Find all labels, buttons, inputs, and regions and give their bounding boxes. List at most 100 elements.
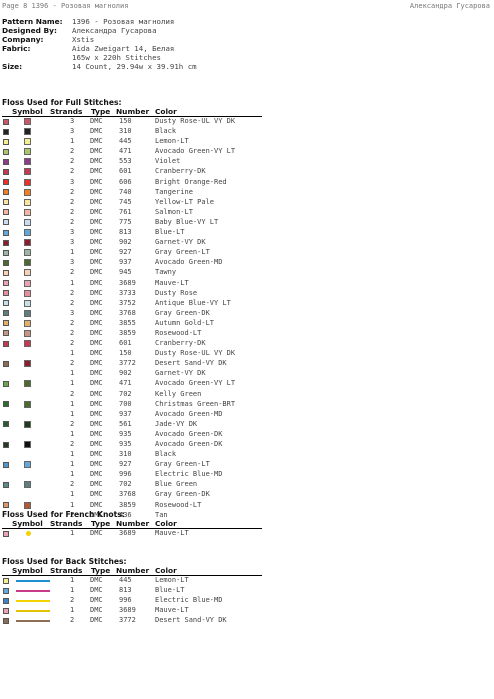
type-cell: DMC [90,268,103,277]
color-name-cell: Avocado Green-VY LT [155,147,236,156]
number-cell: 3768 [119,490,136,499]
color-swatch [3,617,9,624]
number-cell: 3689 [119,529,136,537]
backstitch-row: 1 DMC 3689 Mauve-LT [2,606,262,616]
floss-row: 2 DMC 702 Blue Green [2,480,262,490]
number-cell: 937 [119,258,132,267]
info-value: 165w x 220h Stitches [72,53,161,62]
strands-cell: 1 [70,450,75,459]
color-name-cell: Antique Blue-VY LT [155,298,231,307]
color-swatch [3,481,9,488]
col-strands: Strands [50,519,83,528]
strands-cell: 1 [70,500,75,509]
number-cell: 927 [119,248,132,257]
type-cell: DMC [90,529,103,537]
type-cell: DMC [90,217,103,226]
color-swatch [3,502,9,509]
color-name-cell: Mauve-LT [155,529,189,537]
knots-table-header: Symbol Strands Type Number Color [2,519,262,529]
col-type: Type [91,519,111,528]
type-cell: DMC [90,137,103,146]
info-value: 1396 - Розовая магнолия [72,17,175,26]
strands-cell: 2 [70,328,75,337]
color-swatch [3,461,9,468]
color-name-cell: Tangerine [155,187,193,196]
stitch-symbol-icon [24,400,31,408]
number-cell: 3772 [119,616,136,625]
floss-row: 1 DMC 3689 Mauve-LT [2,279,262,289]
color-swatch [3,209,9,216]
color-name-cell: Blue Green [155,480,198,489]
color-swatch [3,530,9,537]
strands-cell: 1 [70,529,75,537]
floss-row: 1 DMC 310 Black [2,450,262,460]
color-swatch [3,310,9,317]
floss-row: 2 DMC 740 Tangerine [2,188,262,198]
floss-row: 1 DMC 902 Garnet-VY DK [2,369,262,379]
floss-row: 2 DMC 935 Avocado Green-DK [2,440,262,450]
floss-row: 2 DMC 761 Salmon-LT [2,208,262,218]
number-cell: 150 [119,117,132,125]
color-swatch [3,118,9,125]
number-cell: 702 [119,389,132,398]
color-swatch [3,179,9,186]
type-cell: DMC [90,238,103,247]
info-key: Fabric: [2,44,31,53]
color-name-cell: Blue-LT [155,586,185,595]
stitch-symbol-icon [24,279,31,287]
number-cell: 740 [119,187,132,196]
col-symbol: Symbol [12,519,43,528]
color-name-cell: Christmas Green-BRT [155,399,236,408]
floss-row: 1 DMC 927 Gray Green-LT [2,248,262,258]
color-name-cell: Dusty Rose-UL VY DK [155,117,236,125]
stitch-symbol-icon [24,289,31,297]
color-swatch [3,249,9,256]
strands-cell: 2 [70,298,75,307]
strands-cell: 1 [70,429,75,438]
info-row: Company: Xstis [2,35,197,44]
number-cell: 945 [119,268,132,277]
color-swatch [3,607,9,614]
section-title-back-stitches: Floss Used for Back Stitches: [2,557,127,566]
info-row: Size: 14 Count, 29.94w x 39.91h cm [2,62,197,71]
number-cell: 3733 [119,288,136,297]
strands-cell: 2 [70,616,75,625]
stitch-symbol-icon [24,198,31,206]
info-key: Pattern Name: [2,17,63,26]
strands-cell: 3 [70,258,75,267]
color-swatch [3,290,9,297]
number-cell: 996 [119,470,132,479]
number-cell: 902 [119,238,132,247]
strands-cell: 3 [70,308,75,317]
color-name-cell: Bright Orange-Red [155,177,227,186]
number-cell: 445 [119,576,132,584]
strands-cell: 1 [70,576,75,584]
floss-row: 2 DMC 945 Tawny [2,268,262,278]
floss-row: 1 DMC 3768 Gray Green-DK [2,490,262,500]
number-cell: 702 [119,480,132,489]
strands-cell: 2 [70,207,75,216]
type-cell: DMC [90,349,103,358]
color-swatch [3,421,9,428]
color-name-cell: Blue-LT [155,228,185,237]
number-cell: 3752 [119,298,136,307]
number-cell: 813 [119,228,132,237]
strands-cell: 1 [70,248,75,257]
floss-row: 3 DMC 3768 Gray Green-DK [2,309,262,319]
strands-cell: 2 [70,217,75,226]
french-knots-table: 1 DMC 3689 Mauve-LT [2,529,262,539]
info-value: Александра Гусарова [72,26,157,35]
color-name-cell: Desert Sand-VY DK [155,616,227,625]
col-strands: Strands [50,107,83,116]
floss-row: 2 DMC 3855 Autumn Gold-LT [2,319,262,329]
strands-cell: 1 [70,409,75,418]
number-cell: 601 [119,167,132,176]
color-swatch [3,380,9,387]
color-name-cell: Avocado Green-VY LT [155,379,236,388]
page-header: Page 8 1396 - Розовая магнолия Александр… [0,2,494,12]
floss-row: 2 DMC 561 Jade-VY DK [2,420,262,430]
full-stitch-table: 3 DMC 150 Dusty Rose-UL VY DK 3 DMC 310 Black 1 D… [2,117,262,521]
stitch-symbol-icon [24,128,31,136]
type-cell: DMC [90,460,103,469]
color-name-cell: Desert Sand-VY DK [155,359,227,368]
